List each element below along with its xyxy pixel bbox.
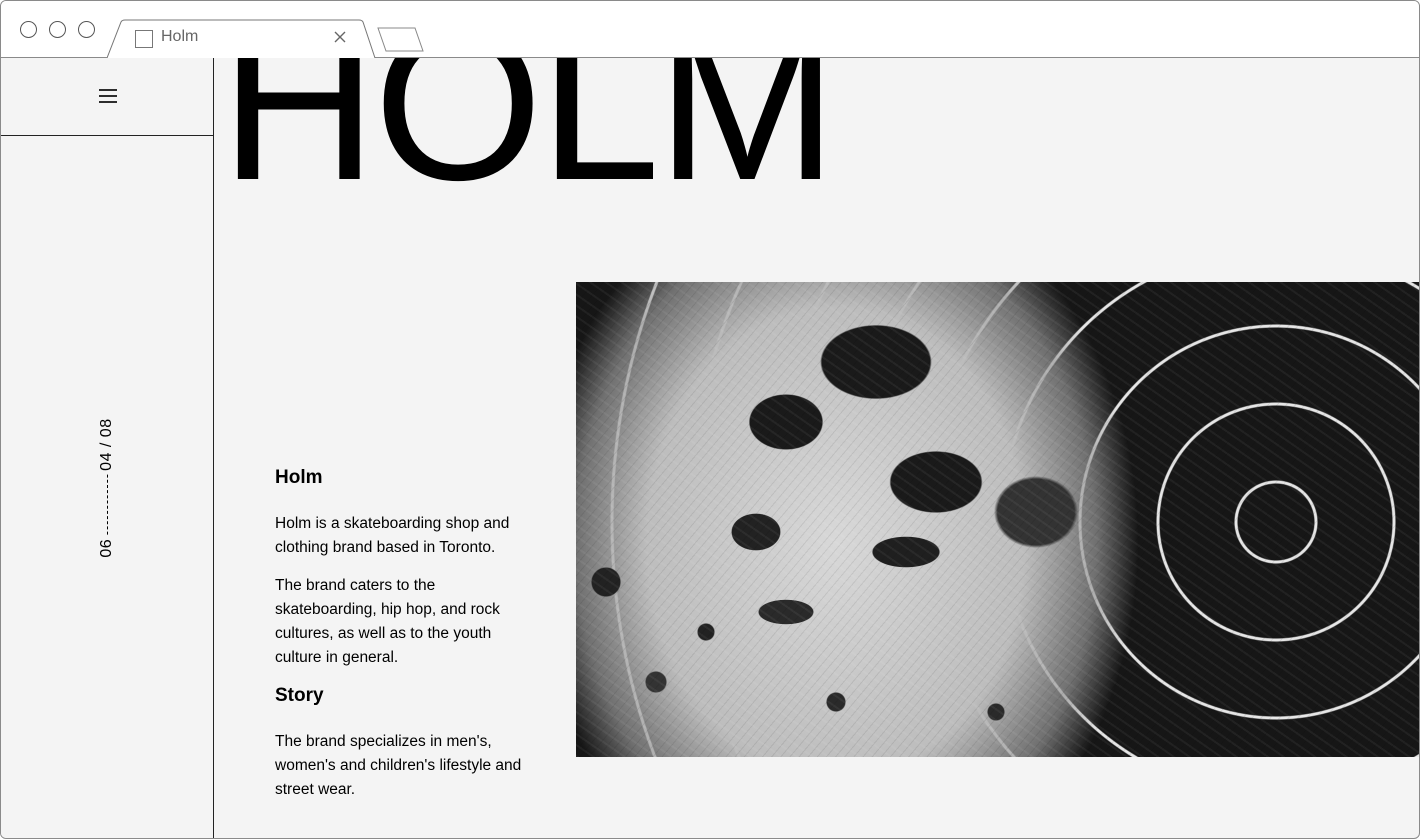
section-heading-story: Story bbox=[275, 685, 324, 706]
blank-page-icon bbox=[135, 30, 153, 48]
section-heading-holm: Holm bbox=[275, 467, 323, 488]
paragraph-story: The brand specializes in men's, women's … bbox=[275, 733, 522, 798]
hero-title: HOLM bbox=[220, 58, 838, 226]
window-maximize-control[interactable] bbox=[78, 21, 95, 38]
counter-current: 04 / 08 bbox=[98, 418, 115, 471]
main-content: HOLM Holm Holm is a skateboarding shop a… bbox=[214, 58, 1419, 838]
counter-divider bbox=[106, 474, 108, 535]
paragraph-audience: The brand caters to the skateboarding, h… bbox=[275, 577, 500, 666]
sidebar-header bbox=[1, 58, 213, 136]
slide-counter: 06 04 / 08 bbox=[98, 418, 116, 557]
hamburger-menu-icon[interactable] bbox=[98, 88, 118, 104]
paragraph-intro: Holm is a skateboarding shop and clothin… bbox=[275, 515, 510, 556]
new-tab-icon[interactable] bbox=[375, 27, 425, 53]
window-close-control[interactable] bbox=[20, 21, 37, 38]
tab-title: Holm bbox=[161, 28, 199, 45]
window-minimize-control[interactable] bbox=[49, 21, 66, 38]
featured-image bbox=[576, 282, 1419, 757]
sidebar: 06 04 / 08 bbox=[1, 58, 214, 838]
counter-total: 06 bbox=[98, 538, 115, 558]
browser-window: Holm 06 04 / 08 HOLM Holm Holm is a skat… bbox=[0, 0, 1420, 839]
browser-toolbar: Holm bbox=[1, 1, 1419, 58]
close-icon[interactable] bbox=[332, 29, 348, 45]
browser-tab[interactable]: Holm bbox=[107, 19, 377, 58]
text-column: Holm Holm is a skateboarding shop and cl… bbox=[275, 466, 525, 816]
